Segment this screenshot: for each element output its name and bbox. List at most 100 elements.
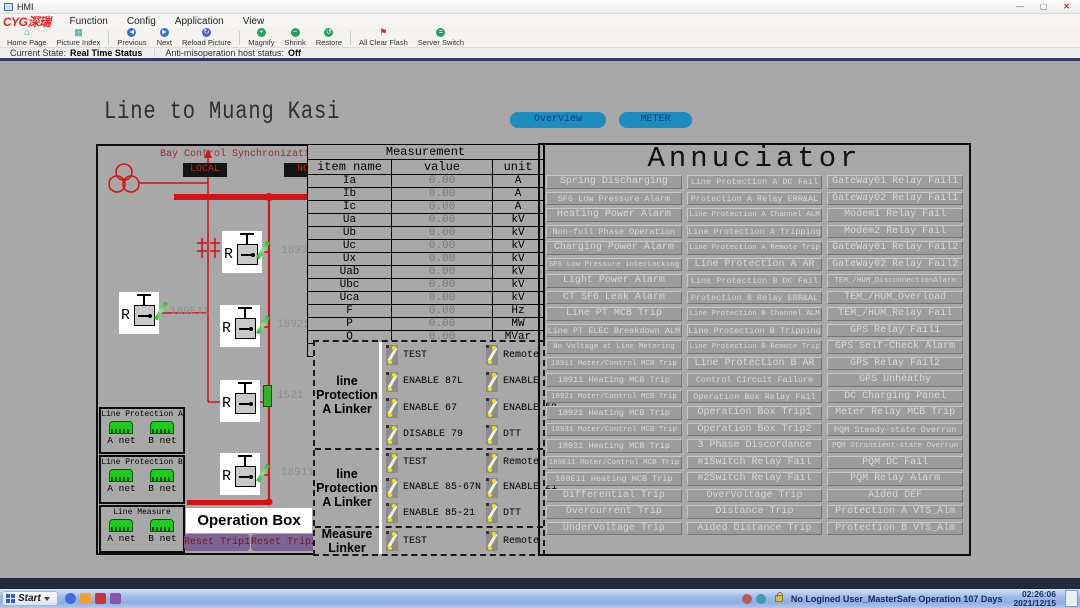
- menu-function[interactable]: Function: [70, 16, 108, 27]
- network-icon[interactable]: [756, 594, 766, 604]
- linker-switch-icon[interactable]: [386, 398, 398, 418]
- linker-switch-icon[interactable]: [486, 425, 498, 445]
- measurement-row: Ub0.00kV: [308, 227, 544, 240]
- meas-item-name: Ua: [308, 214, 392, 227]
- breaker-189E11[interactable]: R: [119, 292, 159, 334]
- breaker-18921[interactable]: R: [220, 305, 260, 347]
- meas-unit: MW: [493, 318, 544, 331]
- annunciator-tile: PQM DC Fail: [827, 456, 963, 470]
- linker-switch-icon[interactable]: [386, 478, 398, 498]
- meas-unit: Hz: [493, 305, 544, 318]
- measurement-header-unit: unit: [493, 160, 544, 175]
- menu-config[interactable]: Config: [127, 16, 156, 27]
- toolbar-server-switch[interactable]: =Server Switch: [413, 28, 469, 47]
- clock-date: 2021/12/15: [1013, 599, 1056, 608]
- linker-switch-icon[interactable]: [486, 398, 498, 418]
- linker-switch-icon[interactable]: [386, 345, 398, 365]
- toolbar-magnify[interactable]: +Magnify: [243, 28, 279, 47]
- annunciator-tile: GPS Self-Check Alarm: [827, 340, 963, 354]
- close-icon[interactable]: ✕: [1063, 3, 1070, 11]
- maximize-icon[interactable]: ▢: [1040, 3, 1048, 11]
- start-button[interactable]: Start: [2, 591, 58, 606]
- meas-item-name: Uc: [308, 240, 392, 253]
- linker-switch-icon[interactable]: [486, 503, 498, 523]
- plus-icon: +: [257, 28, 266, 37]
- toolbar-picture-index[interactable]: ▦Picture Index: [52, 28, 106, 47]
- net-port: B net: [148, 519, 177, 544]
- annunciator-tile: Operation Box Trip2: [687, 423, 823, 437]
- measurement-row: Uca0.00kV: [308, 292, 544, 305]
- panel-line-measure: Line MeasureA netB net: [99, 505, 185, 553]
- minimize-icon[interactable]: —: [1016, 3, 1024, 11]
- alarm-icon[interactable]: [742, 594, 752, 604]
- meas-unit: A: [493, 201, 544, 214]
- toolbar-label: Restore: [316, 38, 342, 47]
- measurement-header-item: item name: [308, 160, 392, 175]
- linker-switch-icon[interactable]: [386, 425, 398, 445]
- toolbar-restore[interactable]: ↺Restore: [311, 28, 347, 47]
- annunciator-tile: Modem1 Relay Fail: [827, 208, 963, 222]
- annunciator-tile: GateWay01 Relay Fail1: [827, 175, 963, 189]
- toolbar-previous[interactable]: ◄Previous: [112, 28, 151, 47]
- annunciator-tile: GateWay02 Relay Fail2: [827, 258, 963, 272]
- show-desktop-button[interactable]: [1065, 590, 1078, 607]
- linker-row: ENABLE 85-67NENABLE 21: [386, 478, 557, 498]
- annunciator-tile: Line Protection A Tripping: [687, 225, 823, 239]
- net-port-label: A net: [107, 533, 136, 544]
- breaker-18931[interactable]: R: [222, 231, 262, 273]
- annunciator-tile: Operation Box Relay Fail: [687, 390, 823, 404]
- linker-switch-icon[interactable]: [486, 531, 498, 551]
- linker-switch-icon[interactable]: [486, 372, 498, 392]
- menu-view[interactable]: View: [243, 16, 265, 27]
- annunciator-tile: Line Protection A Channel ALM: [687, 208, 823, 222]
- linker-switch-label: Remote: [503, 536, 539, 547]
- breaker-18911[interactable]: R: [220, 453, 260, 495]
- linker-switch-icon[interactable]: [386, 503, 398, 523]
- annunciator-tile: OverVoltage Trip: [687, 489, 823, 503]
- linker-switch-icon[interactable]: [386, 453, 398, 473]
- toolbar-reload-picture[interactable]: ↻Reload Picture: [177, 28, 236, 47]
- menu-application[interactable]: Application: [175, 16, 224, 27]
- linker-switch-icon[interactable]: [486, 478, 498, 498]
- net-port: A net: [107, 469, 136, 494]
- lock-icon: [775, 595, 783, 602]
- reset-trip-button[interactable]: Reset Trip1: [184, 534, 250, 551]
- overview-button[interactable]: OverView: [510, 112, 606, 128]
- linker-switch-icon[interactable]: [386, 531, 398, 551]
- reset-trip-button[interactable]: Reset Trip2: [251, 534, 317, 551]
- toolbar-label: Previous: [117, 38, 146, 47]
- security-icon[interactable]: [95, 593, 106, 604]
- breaker-label: 189E11: [170, 306, 210, 318]
- annunciator-panel: Annuciator Spring DischargingLine Protec…: [538, 143, 971, 556]
- app-icon: [4, 3, 13, 11]
- meter-button[interactable]: METER: [619, 112, 692, 128]
- reload-icon: ↻: [202, 28, 211, 37]
- statusbar-divider: [154, 49, 155, 57]
- minus-icon: −: [291, 28, 300, 37]
- linker-switch-icon[interactable]: [486, 453, 498, 473]
- measurement-row: Uc0.00kV: [308, 240, 544, 253]
- toolbar-next[interactable]: ►Next: [152, 28, 177, 47]
- window-controls: — ▢ ✕: [1016, 3, 1076, 11]
- linker-divider: [379, 342, 382, 554]
- ethernet-port-icon: [109, 519, 133, 532]
- chat-icon[interactable]: [65, 593, 76, 604]
- annunciator-tile: Modem2 Relay Fail: [827, 225, 963, 239]
- clock[interactable]: 02:26:06 2021/12/15: [1013, 590, 1056, 608]
- toolbar-home-page[interactable]: ⌂Home Page: [2, 28, 52, 47]
- breaker-1521[interactable]: R: [220, 380, 260, 422]
- next-icon: ►: [160, 28, 169, 37]
- meas-value: 0.00: [392, 292, 493, 305]
- annunciator-tile: GateWay01 Relay Fail2: [827, 241, 963, 255]
- measurement-row: Ua0.00kV: [308, 214, 544, 227]
- restore-icon: ↺: [324, 28, 333, 37]
- switch-closed-icon[interactable]: [263, 385, 272, 407]
- files-icon[interactable]: [80, 593, 91, 604]
- toolbar-all-clear-flash[interactable]: ⚑All Clear Flash: [354, 28, 413, 47]
- media-icon[interactable]: [110, 593, 121, 604]
- toolbar-shrink[interactable]: −Shrink: [279, 28, 310, 47]
- annunciator-tile: Line Protection B AR: [687, 357, 823, 371]
- linker-switch-icon[interactable]: [486, 345, 498, 365]
- linker-switch-icon[interactable]: [386, 372, 398, 392]
- annunciator-tile: Line Protection B Remote Trip: [687, 340, 823, 354]
